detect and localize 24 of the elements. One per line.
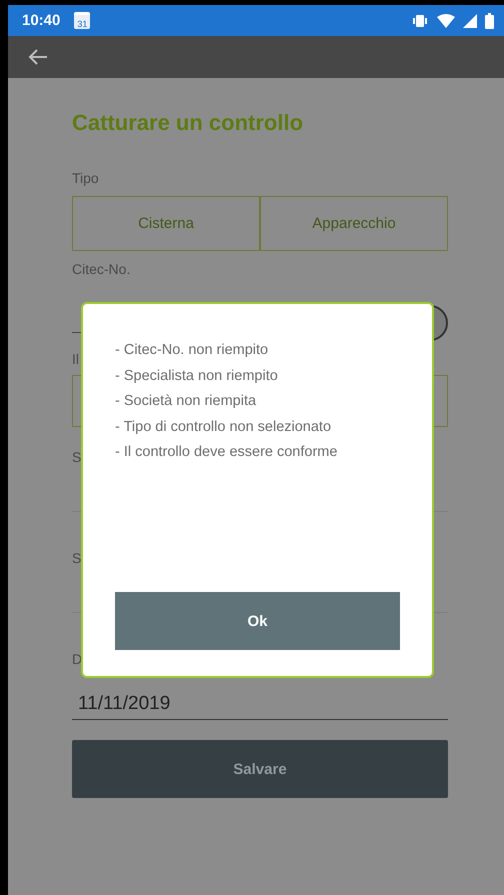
- date-field[interactable]: 11/11/2019: [72, 687, 448, 720]
- error-message: - Citec-No. non riempito: [115, 341, 270, 360]
- ok-button[interactable]: Ok: [115, 592, 400, 650]
- field-label: Il: [72, 351, 79, 367]
- wifi-icon: [437, 14, 455, 28]
- calendar-icon: 31: [74, 12, 90, 29]
- field-label: S: [72, 449, 82, 465]
- save-button[interactable]: Salvare: [72, 740, 448, 798]
- error-message: - Tipo di controllo non selezionato: [115, 418, 332, 436]
- status-time: 10:40: [22, 12, 60, 29]
- field-label: S: [72, 550, 82, 566]
- error-message: - Specialista non riempito: [115, 366, 279, 386]
- signal-icon: [463, 14, 477, 28]
- type-option[interactable]: Apparecchio: [260, 196, 448, 251]
- citec-label: Citec-No.: [72, 261, 130, 277]
- field-label: D: [72, 651, 82, 667]
- error-message: - Società non riempita: [115, 392, 258, 411]
- page-title: Catturare un controllo: [72, 110, 304, 136]
- error-message: - Il controllo deve essere conforme: [115, 443, 338, 462]
- battery-icon: [485, 12, 494, 28]
- type-label: Tipo: [72, 170, 99, 186]
- back-arrow-icon[interactable]: [28, 49, 48, 65]
- type-option[interactable]: Cisterna: [72, 196, 260, 251]
- vibrate-icon: [411, 14, 429, 28]
